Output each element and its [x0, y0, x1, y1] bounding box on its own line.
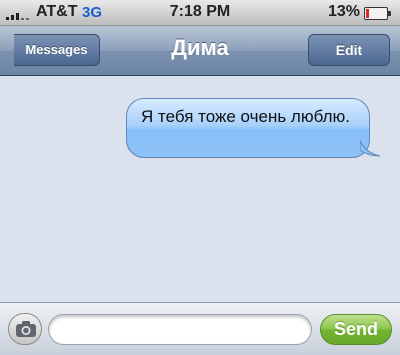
- battery-icon: [364, 7, 391, 20]
- status-bar: AT&T 3G 7:18 PM 13%: [0, 0, 400, 26]
- camera-icon: [16, 321, 36, 337]
- camera-button[interactable]: [8, 313, 42, 345]
- navigation-bar: Messages Дима Edit: [0, 26, 400, 76]
- battery-percent: 13%: [327, 3, 360, 20]
- send-button[interactable]: Send: [320, 314, 392, 345]
- conversation-view[interactable]: Я тебя тоже очень люблю.: [0, 76, 400, 302]
- message-input[interactable]: [48, 314, 312, 345]
- outgoing-message-bubble[interactable]: Я тебя тоже очень люблю.: [126, 98, 370, 158]
- message-composer: Send: [0, 302, 400, 355]
- bubble-tail-icon: [360, 140, 381, 157]
- battery-level-fill: [366, 9, 369, 18]
- edit-button[interactable]: Edit: [308, 34, 390, 66]
